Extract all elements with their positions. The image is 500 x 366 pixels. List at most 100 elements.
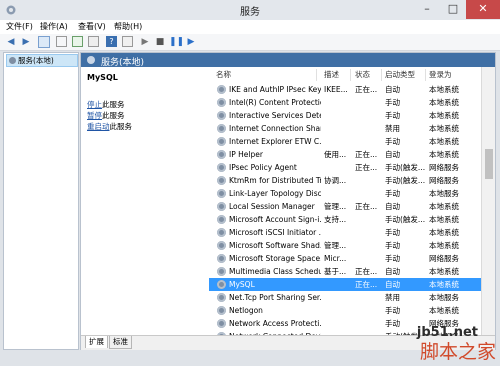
tab-standard[interactable]: 标准 bbox=[109, 336, 132, 349]
table-row[interactable]: Link-Layer Topology Disc... 手动 本地服务 bbox=[209, 187, 481, 200]
stop-service-link[interactable]: 停止此服务 bbox=[87, 99, 125, 110]
cell-desc: 使用... bbox=[324, 150, 347, 159]
cell-status: 正在... bbox=[355, 150, 378, 159]
table-row[interactable]: MySQL 正在... 自动 本地系统 bbox=[209, 278, 481, 291]
cell-startup: 手动 bbox=[385, 254, 400, 263]
table-row[interactable]: Intel(R) Content Protectio... 手动 本地系统 bbox=[209, 96, 481, 109]
table-row[interactable]: Internet Connection Shari... 禁用 本地系统 bbox=[209, 122, 481, 135]
cell-desc: 基于... bbox=[324, 267, 347, 276]
cell-logon: 网络服务 bbox=[429, 254, 459, 263]
menu-action[interactable]: 操作(A) bbox=[40, 21, 68, 32]
forward-arrow-icon[interactable]: ▶ bbox=[20, 36, 32, 48]
table-row[interactable]: Microsoft iSCSI Initiator ... 手动 本地系统 bbox=[209, 226, 481, 239]
gear-icon bbox=[217, 150, 226, 159]
cell-logon: 网络服务 bbox=[429, 163, 459, 172]
restart-service-link[interactable]: 重启动此服务 bbox=[87, 121, 132, 132]
refresh-icon[interactable] bbox=[72, 36, 83, 47]
cell-logon: 本地系统 bbox=[429, 124, 459, 133]
gear-icon bbox=[87, 56, 95, 64]
column-header-description[interactable]: 描述 bbox=[324, 69, 351, 81]
cell-desc: IKEE... bbox=[324, 85, 348, 94]
table-row[interactable]: Internet Explorer ETW C... 手动 本地系统 bbox=[209, 135, 481, 148]
close-button[interactable]: ✕ bbox=[466, 0, 500, 19]
properties-icon[interactable] bbox=[56, 36, 67, 47]
help-icon[interactable]: ? bbox=[106, 36, 117, 47]
services-list: 名称 描述 状态 启动类型 登录为 IKE and AuthIP IPsec K… bbox=[209, 67, 495, 335]
gear-icon bbox=[217, 254, 226, 263]
stop-icon[interactable]: ■ bbox=[154, 36, 166, 48]
cell-name: Microsoft Software Shad... bbox=[229, 241, 321, 250]
table-row[interactable]: IP Helper 使用... 正在... 自动 本地系统 bbox=[209, 148, 481, 161]
table-row[interactable]: KtmRm for Distributed Tr... 协调... 手动(触发...… bbox=[209, 174, 481, 187]
cell-name: Multimedia Class Schedul... bbox=[229, 267, 321, 276]
cell-desc: 协调... bbox=[324, 176, 347, 185]
pause-link-text[interactable]: 暂停 bbox=[87, 111, 102, 120]
column-header-name[interactable]: 名称 bbox=[216, 69, 317, 81]
export-icon[interactable] bbox=[88, 36, 99, 47]
gear-icon bbox=[217, 267, 226, 276]
cell-desc: 支持... bbox=[324, 215, 347, 224]
table-row[interactable]: Microsoft Account Sign-i... 支持... 手动(触发...… bbox=[209, 213, 481, 226]
restart-link-text[interactable]: 重启动 bbox=[87, 122, 110, 131]
cell-status: 正在... bbox=[355, 202, 378, 211]
cell-name: Local Session Manager bbox=[229, 202, 315, 211]
gear-icon bbox=[217, 319, 226, 328]
stop-link-text[interactable]: 停止 bbox=[87, 100, 102, 109]
table-row[interactable]: Microsoft Storage Space... Micr... 手动 网络服务 bbox=[209, 252, 481, 265]
cell-startup: 手动 bbox=[385, 98, 400, 107]
menu-file[interactable]: 文件(F) bbox=[6, 21, 33, 32]
minimize-button[interactable]: – bbox=[414, 0, 440, 19]
console-tree-icon[interactable] bbox=[38, 36, 50, 48]
gear-icon bbox=[217, 163, 226, 172]
cell-name: KtmRm for Distributed Tr... bbox=[229, 176, 321, 185]
cell-desc: 管理... bbox=[324, 241, 347, 250]
tree-item-label: 服务(本地) bbox=[18, 56, 54, 65]
column-header-startup[interactable]: 启动类型 bbox=[385, 69, 426, 81]
selected-service-name: MySQL bbox=[87, 73, 118, 82]
restart-icon[interactable]: ▶ bbox=[185, 36, 197, 48]
cell-logon: 本地系统 bbox=[429, 215, 459, 224]
cell-name: Interactive Services Dete... bbox=[229, 111, 321, 120]
cell-startup: 手动(触发... bbox=[385, 215, 426, 224]
table-row[interactable]: Netlogon 手动 本地系统 bbox=[209, 304, 481, 317]
table-row[interactable]: Local Session Manager 管理... 正在... 自动 本地系统 bbox=[209, 200, 481, 213]
cell-name: IPsec Policy Agent bbox=[229, 163, 297, 172]
cell-startup: 手动 bbox=[385, 241, 400, 250]
cell-startup: 自动 bbox=[385, 202, 400, 211]
tab-extended[interactable]: 扩展 bbox=[85, 336, 108, 348]
gear-icon bbox=[217, 189, 226, 198]
table-row[interactable]: Net.Tcp Port Sharing Ser... 禁用 本地服务 bbox=[209, 291, 481, 304]
services-panel: 服务(本地) MySQL 停止此服务 暂停此服务 重启动此服务 名称 描述 状态… bbox=[80, 52, 496, 350]
gear-icon bbox=[217, 202, 226, 211]
cell-desc: 管理... bbox=[324, 202, 347, 211]
scrollbar-thumb[interactable] bbox=[485, 149, 493, 179]
pause-icon[interactable]: ❚❚ bbox=[169, 36, 184, 48]
table-row[interactable]: Microsoft Software Shad... 管理... 手动 本地系统 bbox=[209, 239, 481, 252]
start-icon[interactable]: ▶ bbox=[139, 36, 151, 48]
cell-startup: 自动 bbox=[385, 150, 400, 159]
tree-item-services-local[interactable]: 服务(本地) bbox=[6, 54, 78, 67]
cell-name: Netlogon bbox=[229, 306, 263, 315]
table-row[interactable]: Interactive Services Dete... 手动 本地系统 bbox=[209, 109, 481, 122]
cell-startup: 自动 bbox=[385, 267, 400, 276]
menu-view[interactable]: 查看(V) bbox=[78, 21, 106, 32]
cell-startup: 手动 bbox=[385, 111, 400, 120]
table-row[interactable]: IKE and AuthIP IPsec Key... IKEE... 正在... 自… bbox=[209, 83, 481, 96]
cell-name: MySQL bbox=[229, 280, 255, 289]
cell-name: Microsoft iSCSI Initiator ... bbox=[229, 228, 321, 237]
cell-logon: 本地系统 bbox=[429, 85, 459, 94]
maximize-button[interactable]: □ bbox=[440, 0, 466, 19]
gear-icon bbox=[217, 176, 226, 185]
pause-service-link[interactable]: 暂停此服务 bbox=[87, 110, 125, 121]
gear-icon bbox=[217, 293, 226, 302]
gear-icon bbox=[217, 280, 226, 289]
view-icon[interactable] bbox=[122, 36, 133, 47]
menu-help[interactable]: 帮助(H) bbox=[114, 21, 142, 32]
cell-logon: 本地系统 bbox=[429, 228, 459, 237]
table-row[interactable]: IPsec Policy Agent 正在... 手动(触发... 网络服务 bbox=[209, 161, 481, 174]
vertical-scrollbar[interactable] bbox=[481, 67, 495, 335]
column-header-logon[interactable]: 登录为 bbox=[429, 69, 473, 81]
table-row[interactable]: Multimedia Class Schedul...基于... 正在... 自动 本… bbox=[209, 265, 481, 278]
column-header-status[interactable]: 状态 bbox=[355, 69, 382, 81]
back-arrow-icon[interactable]: ◀ bbox=[5, 36, 17, 48]
